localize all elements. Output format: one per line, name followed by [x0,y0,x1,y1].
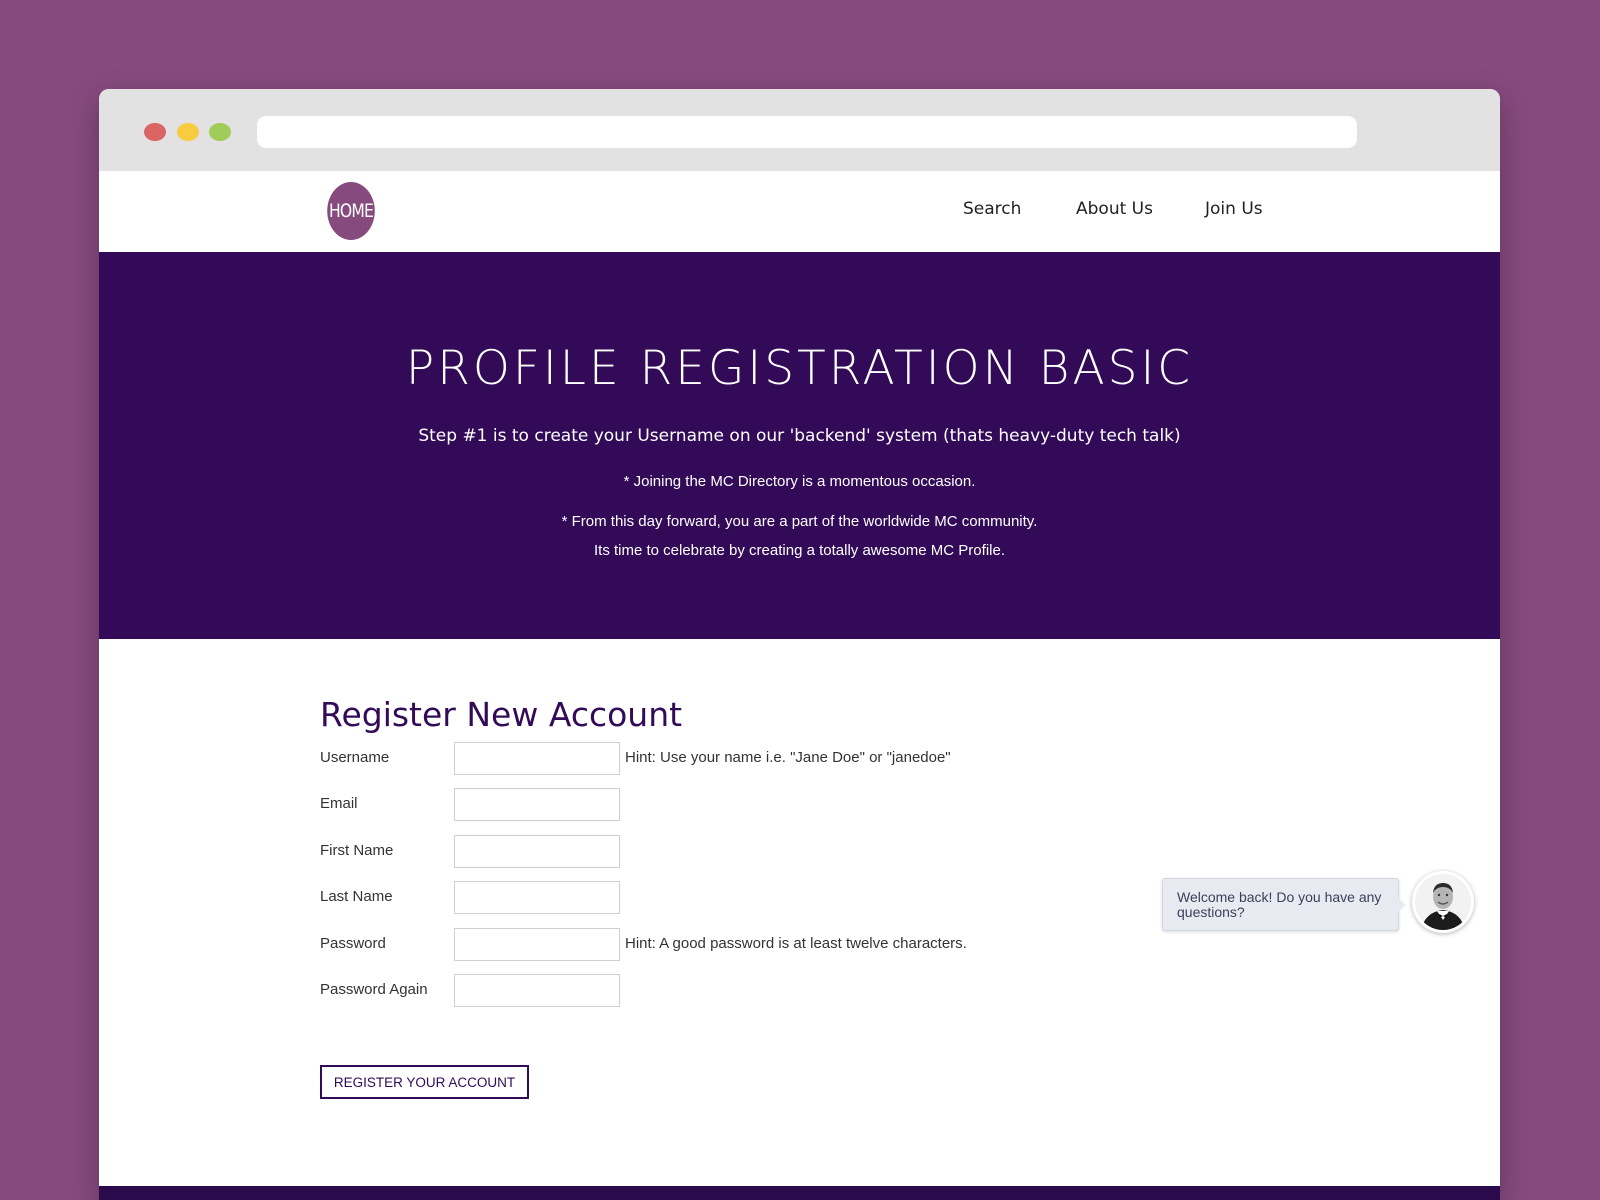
nav-about-us[interactable]: About Us [1076,199,1153,219]
email-label: Email [320,795,358,812]
address-bar[interactable] [257,116,1357,148]
email-input[interactable] [454,788,620,821]
hero-subtitle: Step #1 is to create your Username on ou… [418,426,1181,446]
hero-line-3: Its time to celebrate by creating a tota… [593,542,1005,559]
browser-toolbar [99,89,1500,171]
password-again-input[interactable] [454,974,620,1007]
username-input[interactable] [454,742,620,775]
site-navbar: HOME Search About Us Join Us [99,171,1500,252]
password-again-label: Password Again [320,981,428,998]
hero-section: PROFILE REGISTRATION BASIC Step #1 is to… [99,252,1500,639]
first-name-input[interactable] [454,835,620,868]
last-name-input[interactable] [454,881,620,914]
nav-search[interactable]: Search [963,199,1021,219]
password-label: Password [320,935,386,952]
page-title: PROFILE REGISTRATION BASIC [405,341,1194,396]
chat-avatar-icon[interactable] [1412,871,1474,933]
minimize-window-button[interactable] [177,123,199,141]
form-title: Register New Account [320,695,683,734]
maximize-window-button[interactable] [209,123,231,141]
footer-strip [99,1186,1500,1200]
password-input[interactable] [454,928,620,961]
close-window-button[interactable] [144,123,166,141]
home-logo[interactable]: HOME [327,182,375,240]
username-label: Username [320,749,390,766]
agent-avatar-icon [1415,874,1471,930]
nav-join-us[interactable]: Join Us [1205,199,1263,219]
username-hint: Hint: Use your name i.e. "Jane Doe" or "… [625,749,951,766]
chat-bubble[interactable]: Welcome back! Do you have any questions? [1162,878,1406,931]
register-account-button[interactable]: REGISTER YOUR ACCOUNT [320,1065,529,1099]
hero-line-2: * From this day forward, you are a part … [561,513,1038,530]
last-name-label: Last Name [320,888,393,905]
first-name-label: First Name [320,842,394,859]
browser-window: HOME Search About Us Join Us PROFILE REG… [99,89,1500,1200]
hero-line-1: * Joining the MC Directory is a momentou… [623,473,976,490]
password-hint: Hint: A good password is at least twelve… [625,935,967,952]
